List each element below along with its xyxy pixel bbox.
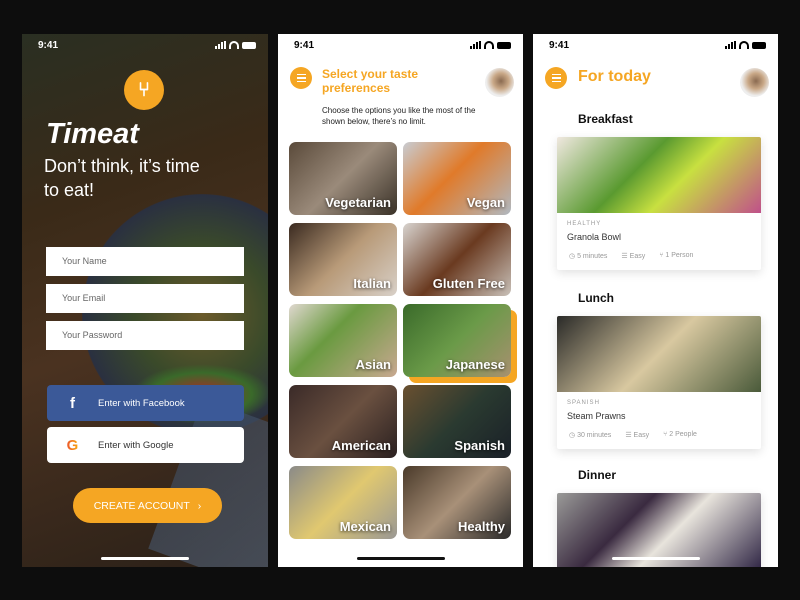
status-time: 9:41 xyxy=(549,40,570,51)
app-name: Timeat xyxy=(46,118,139,150)
home-indicator xyxy=(356,557,445,560)
fork-knife-icon: ⑂ 2 People xyxy=(663,431,697,438)
meal-difficulty: Easy xyxy=(633,432,650,439)
preference-tile[interactable]: Asian xyxy=(289,304,397,377)
signup-screen: 9:41 ⑂ Timeat Don’t think, it’s time to … xyxy=(22,34,268,567)
home-indicator xyxy=(101,557,189,560)
battery-icon xyxy=(242,41,256,49)
clock-icon: ◷ 5 minutes xyxy=(569,253,608,260)
facebook-label: Enter with Facebook xyxy=(98,397,185,409)
facebook-login-button[interactable]: f Enter with Facebook xyxy=(47,385,244,421)
menu-button[interactable] xyxy=(290,67,312,89)
meal-card[interactable]: HEALTHY Granola Bowl ◷ 5 minutes ☰ Easy ⑂ … xyxy=(557,137,761,270)
preference-label: Vegan xyxy=(466,195,505,210)
meal-servings: 1 Person xyxy=(665,252,694,259)
chevron-right-icon: › xyxy=(197,499,202,512)
preference-tile[interactable]: Spanish xyxy=(403,385,511,458)
avatar[interactable] xyxy=(485,68,514,97)
google-login-button[interactable]: G Enter with Google xyxy=(47,427,244,463)
menu-button[interactable] xyxy=(545,67,567,89)
preference-tile[interactable]: Gluten Free xyxy=(403,223,511,296)
wifi-icon xyxy=(229,41,239,49)
meal-category: SPANISH xyxy=(567,400,600,406)
preference-label: Mexican xyxy=(339,519,391,534)
status-bar: 9:41 xyxy=(278,40,523,54)
fork-knife-icon: ⑂ 1 Person xyxy=(659,252,694,259)
meal-time: 30 minutes xyxy=(577,432,612,439)
meal-name: Steam Prawns xyxy=(567,411,626,421)
today-screen: 9:41 For today Breakfast HEALTHY Granola… xyxy=(533,34,778,567)
google-label: Enter with Google xyxy=(98,439,174,451)
meal-image xyxy=(557,493,761,567)
status-time: 9:41 xyxy=(294,40,315,51)
preference-tile[interactable]: American xyxy=(289,385,397,458)
signal-icon xyxy=(215,41,226,49)
tagline: Don’t think, it’s time to eat! xyxy=(44,156,200,200)
preference-tile[interactable]: Mexican xyxy=(289,466,397,539)
preference-label: Asian xyxy=(355,357,391,372)
meal-servings: 2 People xyxy=(669,431,697,438)
preference-tile[interactable]: Vegetarian xyxy=(289,142,397,215)
clock-icon: ◷ 30 minutes xyxy=(569,432,612,439)
meal-image xyxy=(557,137,761,213)
section-breakfast: Breakfast xyxy=(578,112,633,126)
avatar[interactable] xyxy=(740,68,769,97)
fork-knife-icon: ⑂ xyxy=(124,70,164,110)
page-description: Choose the options you like the most of … xyxy=(322,106,476,126)
preference-tile[interactable]: Healthy xyxy=(403,466,511,539)
battery-icon xyxy=(497,41,511,49)
preference-label: Italian xyxy=(353,276,391,291)
signal-icon xyxy=(470,41,481,49)
preference-tile[interactable]: Japanese xyxy=(403,304,511,377)
signal-icon xyxy=(725,41,736,49)
section-dinner: Dinner xyxy=(578,468,617,482)
preferences-screen: 9:41 Select your taste preferences Choos… xyxy=(278,34,523,567)
name-field[interactable]: Your Name xyxy=(46,247,244,276)
preference-tile[interactable]: Vegan xyxy=(403,142,511,215)
page-title: For today xyxy=(578,68,651,85)
preference-grid: Vegetarian Vegan Italian Gluten Free Asian Ja… xyxy=(289,142,511,539)
status-bar: 9:41 xyxy=(22,40,268,54)
meal-name: Granola Bowl xyxy=(567,232,622,242)
email-field[interactable]: Your Email xyxy=(46,284,244,313)
create-account-label: CREATE ACCOUNT xyxy=(93,499,190,512)
google-icon: G xyxy=(47,437,98,454)
meal-category: HEALTHY xyxy=(567,221,602,227)
wifi-icon xyxy=(484,41,494,49)
preference-label: Japanese xyxy=(445,357,505,372)
preference-tile[interactable]: Italian xyxy=(289,223,397,296)
status-bar: 9:41 xyxy=(533,40,778,54)
section-lunch: Lunch xyxy=(578,291,614,305)
preference-label: American xyxy=(331,438,391,453)
meal-card[interactable]: SPANISH Steam Prawns ◷ 30 minutes ☰ Easy ⑂… xyxy=(557,316,761,449)
create-account-button[interactable]: CREATE ACCOUNT › xyxy=(73,488,222,523)
preference-label: Healthy xyxy=(458,519,505,534)
preference-label: Gluten Free xyxy=(432,276,505,291)
preference-label: Spanish xyxy=(454,438,505,453)
preference-label: Vegetarian xyxy=(325,195,391,210)
status-time: 9:41 xyxy=(38,40,59,51)
meal-difficulty: Easy xyxy=(629,253,646,260)
meal-card[interactable] xyxy=(557,493,761,567)
meal-image xyxy=(557,316,761,392)
difficulty-icon: ☰ Easy xyxy=(621,253,646,260)
battery-icon xyxy=(752,41,766,49)
page-title: Select your taste preferences xyxy=(322,67,419,95)
difficulty-icon: ☰ Easy xyxy=(625,432,650,439)
password-field[interactable]: Your Password xyxy=(46,321,244,350)
wifi-icon xyxy=(739,41,749,49)
meal-time: 5 minutes xyxy=(577,253,608,260)
facebook-icon: f xyxy=(70,394,75,412)
home-indicator xyxy=(611,557,700,560)
